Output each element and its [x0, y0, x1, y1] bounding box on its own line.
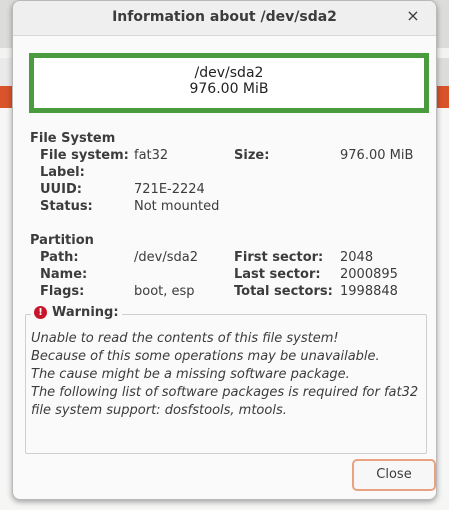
- path-label: Path:: [40, 250, 79, 265]
- partition-section-title: Partition: [30, 233, 94, 248]
- size-value: 976.00 MiB: [340, 148, 414, 163]
- filesystem-section-title: File System: [30, 131, 116, 146]
- uuid-label: UUID:: [40, 182, 82, 197]
- close-button[interactable]: Close: [352, 459, 436, 491]
- warning-line: Because of this some operations may be u…: [31, 349, 380, 364]
- name-label: Name:: [40, 267, 88, 282]
- warning-line: Unable to read the contents of this file…: [31, 331, 339, 346]
- last-sector-value: 2000895: [340, 267, 398, 282]
- filesystem-label: File system:: [40, 148, 129, 163]
- warning-title: Warning:: [52, 305, 119, 320]
- warning-line: The cause might be a missing software pa…: [31, 367, 350, 382]
- total-sectors-value: 1998848: [340, 284, 398, 299]
- last-sector-label: Last sector:: [234, 267, 321, 282]
- size-label: Size:: [234, 148, 270, 163]
- warning-line: file system support: dosfstools, mtools.: [31, 403, 287, 418]
- dialog-title: Information about /dev/sda2: [112, 9, 337, 25]
- flags-value: boot, esp: [134, 284, 195, 299]
- status-value: Not mounted: [134, 199, 220, 214]
- close-icon[interactable]: ×: [404, 7, 422, 25]
- dialog-titlebar: Information about /dev/sda2 ×: [13, 1, 436, 36]
- device-name: /dev/sda2: [194, 65, 264, 81]
- uuid-value: 721E-2224: [134, 182, 205, 197]
- warning-line: The following list of software packages …: [31, 385, 419, 400]
- error-icon: !: [34, 306, 47, 319]
- label-label: Label:: [40, 165, 85, 180]
- warning-message: Unable to read the contents of this file…: [31, 330, 421, 420]
- status-label: Status:: [40, 199, 93, 214]
- filesystem-value: fat32: [134, 148, 169, 163]
- warning-header: ! Warning:: [31, 305, 122, 320]
- first-sector-value: 2048: [340, 250, 374, 265]
- warning-panel: ! Warning: Unable to read the contents o…: [25, 305, 427, 454]
- info-dialog: Information about /dev/sda2 × /dev/sda2 …: [12, 0, 437, 500]
- first-sector-label: First sector:: [234, 250, 324, 265]
- flags-label: Flags:: [40, 284, 85, 299]
- total-sectors-label: Total sectors:: [234, 284, 333, 299]
- device-summary-box: /dev/sda2 976.00 MiB: [29, 53, 429, 113]
- device-size: 976.00 MiB: [189, 81, 269, 97]
- path-value: /dev/sda2: [134, 250, 198, 265]
